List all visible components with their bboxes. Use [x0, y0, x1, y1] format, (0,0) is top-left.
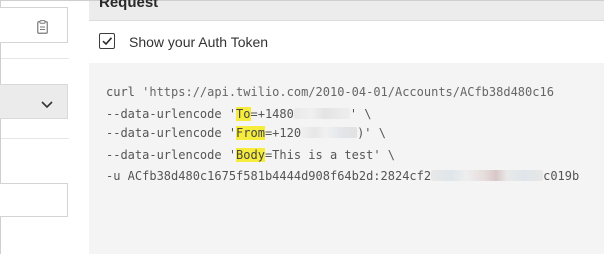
- divider: [1, 138, 69, 139]
- left-panel: [0, 1, 89, 254]
- code-text: curl: [106, 85, 143, 99]
- show-auth-token-label[interactable]: Show your Auth Token: [129, 34, 268, 50]
- code-line: --data-urlencode 'To=+1480 ' \: [106, 107, 372, 121]
- code-text: =This is a test' \: [264, 148, 395, 162]
- code-text: )' \: [357, 126, 386, 140]
- code-snippet: curl 'https://api.twilio.com/2010-04-01/…: [89, 63, 604, 254]
- chevron-down-icon: [41, 97, 53, 109]
- clipboard-icon[interactable]: [37, 20, 48, 34]
- text-field[interactable]: [0, 7, 68, 43]
- code-text: --data-urlencode ': [106, 126, 237, 140]
- code-text: --data-urlencode ': [106, 148, 237, 162]
- code-text: c019b: [543, 169, 580, 183]
- highlight-to: To: [236, 107, 251, 121]
- select-dropdown[interactable]: [0, 84, 68, 119]
- text-field[interactable]: [0, 183, 68, 217]
- auth-token-row: Show your Auth Token: [89, 21, 604, 63]
- code-text: -u ACfb38d480c1675f581b4444d908f64b2d:28…: [106, 169, 432, 183]
- show-auth-token-checkbox[interactable]: [99, 33, 115, 49]
- divider: [1, 58, 69, 59]
- redacted-number: [301, 127, 358, 138]
- code-text: --data-urlencode ': [106, 107, 237, 121]
- code-line: -u ACfb38d480c1675f581b4444d908f64b2d:28…: [106, 169, 579, 183]
- code-text: =+1480: [250, 107, 294, 121]
- section-title: Request: [99, 0, 159, 11]
- code-text: =+120: [264, 126, 302, 140]
- redacted-token: [431, 170, 544, 181]
- code-line: curl 'https://api.twilio.com/2010-04-01/…: [106, 85, 554, 99]
- section-header: Request: [89, 0, 604, 21]
- code-line: --data-urlencode 'From=+120 )' \: [106, 126, 386, 140]
- highlight-body: Body: [236, 148, 265, 162]
- code-text: ' \: [349, 107, 372, 121]
- code-url: 'https://api.twilio.com/2010-04-01/Accou…: [142, 85, 554, 99]
- checkmark-icon: [102, 37, 113, 46]
- highlight-from: From: [236, 126, 265, 140]
- request-panel: Request Show your Auth Token curl 'https…: [89, 0, 604, 254]
- code-line: --data-urlencode 'Body=This is a test' \: [106, 148, 395, 162]
- redacted-number: [293, 108, 350, 119]
